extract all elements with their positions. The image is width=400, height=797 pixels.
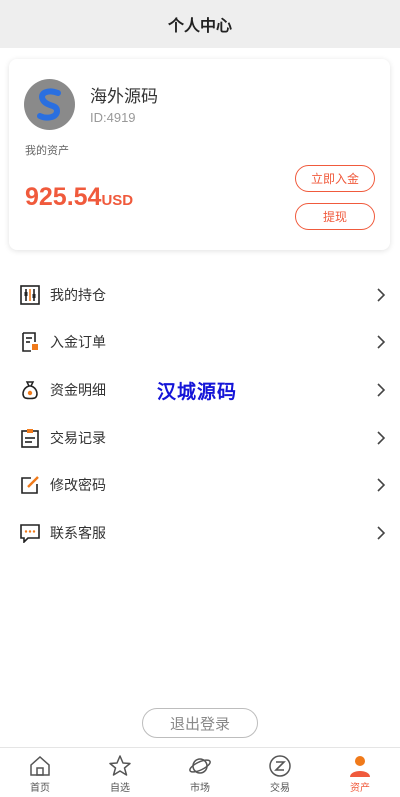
star-icon [109, 755, 131, 776]
brand-logo-icon [37, 88, 61, 121]
chevron-right-icon [377, 288, 386, 302]
balance-unit: USD [101, 192, 134, 209]
menu-item-label: 修改密码 [50, 478, 106, 495]
money-bag-icon [22, 381, 38, 400]
assets-label: 我的资产 [25, 144, 69, 157]
menu-item-label: 我的持仓 [50, 287, 106, 304]
menu-item-label: 交易记录 [50, 430, 106, 447]
chevron-right-icon [377, 431, 386, 445]
tab-label: 自选 [110, 783, 130, 794]
home-icon [30, 755, 50, 776]
tab-label: 资产 [350, 783, 370, 794]
tab-favorites[interactable]: 自选 [80, 748, 160, 797]
menu-item-trade-records[interactable]: 交易记录 [0, 414, 400, 462]
page-title: 个人中心 [167, 16, 232, 35]
balance-value: 925.54 [25, 183, 102, 211]
chevron-right-icon [377, 335, 386, 349]
tab-label: 交易 [270, 783, 290, 794]
tab-label: 首页 [30, 783, 50, 794]
clipboard-icon [21, 428, 39, 448]
edit-icon [21, 476, 39, 494]
person-icon [350, 756, 370, 777]
chevron-right-icon [377, 478, 386, 492]
tab-trade[interactable]: 交易 [240, 748, 320, 797]
menu-item-deposit-orders[interactable]: 入金订单 [0, 319, 400, 367]
tab-label: 市场 [190, 783, 210, 794]
planet-icon [189, 758, 211, 774]
chevron-right-icon [377, 383, 386, 397]
menu-item-change-password[interactable]: 修改密码 [0, 461, 400, 509]
chevron-right-icon [377, 526, 386, 540]
menu-item-label: 联系客服 [50, 525, 106, 542]
top-header: 个人中心 [0, 0, 400, 48]
user-name: 海外源码 [90, 87, 158, 107]
profile-card: 海外源码 ID:4919 我的资产 925.54USD 立即入金 提现 [9, 59, 390, 250]
menu-item-holdings[interactable]: 我的持仓 [0, 271, 400, 319]
menu-item-label: 资金明细 [50, 382, 106, 399]
holdings-icon [20, 284, 40, 305]
logout-button[interactable]: 退出登录 [142, 708, 258, 738]
balance-amount: 925.54USD [25, 183, 133, 212]
menu-item-label: 入金订单 [50, 335, 106, 352]
deposit-orders-icon [22, 332, 38, 353]
menu-item-customer-service[interactable]: 联系客服 [0, 509, 400, 557]
tab-market[interactable]: 市场 [160, 748, 240, 797]
deposit-button[interactable]: 立即入金 [295, 165, 375, 192]
menu-list: 我的持仓 入金订单 资金明细 交易记录 修改密码 联系客服 [0, 271, 400, 557]
withdraw-button[interactable]: 提现 [295, 203, 375, 230]
watermark-text: 汉城源码 [157, 381, 238, 403]
tab-assets[interactable]: 资产 [320, 748, 400, 797]
tab-home[interactable]: 首页 [0, 748, 80, 797]
chat-icon [20, 523, 40, 543]
exchange-icon [269, 755, 291, 777]
user-id: ID:4919 [90, 110, 136, 125]
bottom-tabbar: 首页 自选 市场 交易 资产 [0, 747, 400, 797]
avatar[interactable] [24, 79, 75, 130]
